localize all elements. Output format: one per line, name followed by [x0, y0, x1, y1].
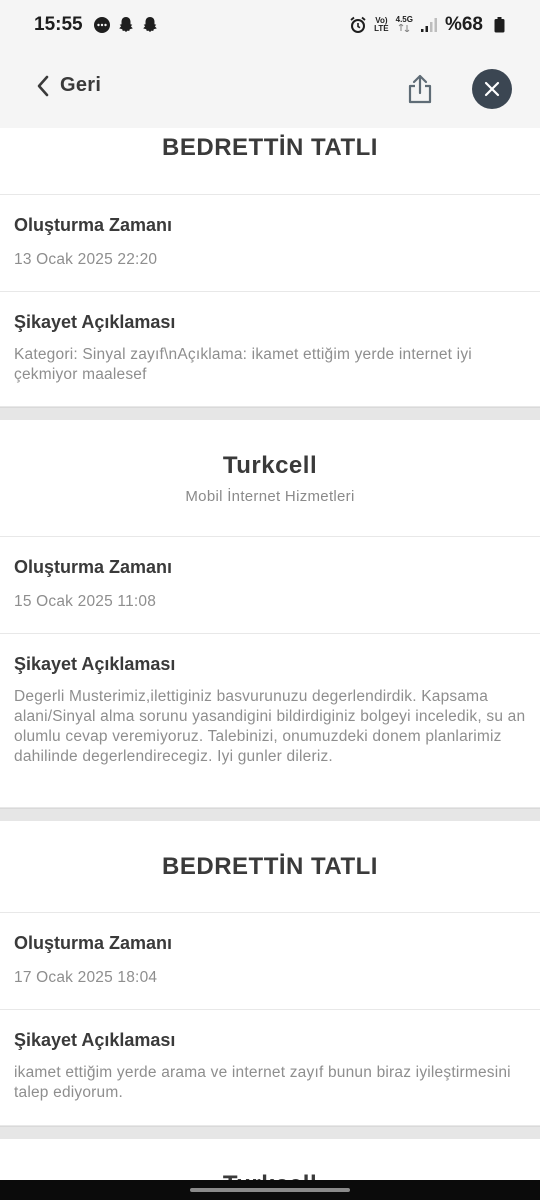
created-time-value: 15 Ocak 2025 11:08: [14, 593, 157, 610]
created-time-section: Oluşturma Zamanı 15 Ocak 2025 11:08: [0, 537, 540, 634]
close-icon: [484, 81, 500, 97]
created-time-section: Oluşturma Zamanı 17 Ocak 2025 18:04: [0, 913, 540, 1010]
card-separator: [0, 1126, 540, 1139]
back-label: Geri: [60, 74, 102, 96]
top-navigation-bar: Geri: [0, 50, 540, 128]
complaint-description-section: Şikayet Açıklaması Kategori: Sinyal zayı…: [0, 292, 540, 407]
card-header: Turkcell: [0, 1139, 540, 1180]
network-gen-indicator: 4.5G: [396, 16, 413, 34]
complaint-description-section: Şikayet Açıklaması Degerli Musterimiz,il…: [0, 634, 540, 808]
back-button[interactable]: Geri: [36, 74, 101, 97]
complaint-description-value: ikamet ettiğim yerde arama ve internet z…: [14, 1064, 511, 1101]
complaint-card: BEDRETTİN TATLI Oluşturma Zamanı 17 Ocak…: [0, 821, 540, 1126]
card-title: Turkcell: [222, 452, 318, 479]
battery-percent: %68: [444, 14, 483, 35]
card-subtitle: Mobil İnternet Hizmetleri: [185, 488, 355, 505]
complaint-description-label: Şikayet Açıklaması: [14, 654, 176, 674]
card-title: Turkcell: [0, 1171, 540, 1180]
card-separator: [0, 808, 540, 821]
card-header: BEDRETTİN TATLI: [0, 821, 540, 913]
status-right: Vo) LTE 4.5G %68: [349, 14, 508, 36]
signal-icon: [420, 16, 438, 34]
close-button[interactable]: [472, 69, 512, 109]
snapchat-icon-2: [141, 16, 159, 34]
card-header: BEDRETTİN TATLI: [0, 128, 540, 195]
complaint-description-value: Kategori: Sinyal zayıf\nAçıklama: ikamet…: [14, 346, 472, 383]
created-time-value: 13 Ocak 2025 22:20: [14, 251, 158, 268]
snapchat-icon: [117, 16, 135, 34]
reply-card: Turkcell Mobil İnternet Hizmetleri Oluşt…: [0, 420, 540, 808]
complaint-thread[interactable]: BEDRETTİN TATLI Oluşturma Zamanı 13 Ocak…: [0, 128, 540, 1180]
data-arrows-icon: [398, 23, 410, 33]
card-header: Turkcell Mobil İnternet Hizmetleri: [0, 420, 540, 537]
alarm-icon: [349, 16, 367, 34]
created-time-section: Oluşturma Zamanı 13 Ocak 2025 22:20: [0, 195, 540, 292]
chevron-left-icon: [37, 75, 49, 96]
share-icon: [408, 74, 432, 104]
created-time-label: Oluşturma Zamanı: [14, 215, 173, 235]
complaint-card: BEDRETTİN TATLI Oluşturma Zamanı 13 Ocak…: [0, 128, 540, 407]
volte-indicator: Vo) LTE: [374, 17, 389, 33]
share-button[interactable]: [403, 72, 437, 106]
network-gen-label: 4.5G: [395, 15, 413, 24]
reply-card: Turkcell: [0, 1139, 540, 1180]
card-title: BEDRETTİN TATLI: [162, 853, 378, 880]
created-time-label: Oluşturma Zamanı: [14, 557, 173, 577]
battery-icon: [490, 16, 508, 34]
complaint-description-section: Şikayet Açıklaması ikamet ettiğim yerde …: [0, 1010, 540, 1126]
card-separator: [0, 407, 540, 420]
complaint-description-label: Şikayet Açıklaması: [14, 312, 176, 332]
messages-icon: [93, 16, 111, 34]
created-time-value: 17 Ocak 2025 18:04: [14, 969, 158, 986]
card-title: BEDRETTİN TATLI: [162, 134, 378, 161]
status-left: 15:55: [34, 14, 159, 36]
created-time-label: Oluşturma Zamanı: [14, 933, 173, 953]
volte-bottom: LTE: [374, 24, 389, 33]
home-gesture-handle[interactable]: [190, 1188, 350, 1192]
status-bar: 15:55 Vo) LTE 4.5G %68: [0, 0, 540, 50]
complaint-description-value: Degerli Musterimiz,ilettiginiz basvurunu…: [14, 688, 526, 765]
complaint-description-label: Şikayet Açıklaması: [14, 1030, 176, 1050]
status-time: 15:55: [34, 14, 83, 35]
system-navigation-bar: [0, 1180, 540, 1200]
